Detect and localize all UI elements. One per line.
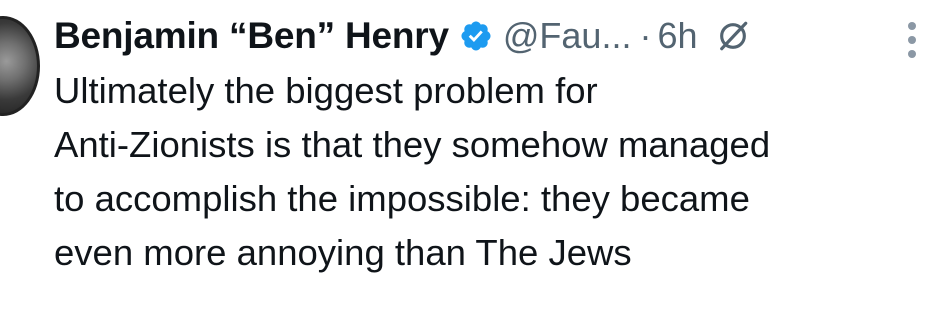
tweet-text: Ultimately the biggest problem for Anti-… xyxy=(54,70,771,273)
separator-dot: · xyxy=(639,15,652,56)
display-name[interactable]: Benjamin “Ben” Henry xyxy=(54,15,449,57)
avatar[interactable] xyxy=(0,16,40,116)
tweet-header: Benjamin “Ben” Henry @Fau... · 6h xyxy=(54,6,750,66)
tweet[interactable]: Benjamin “Ben” Henry @Fau... · 6h Ultima… xyxy=(0,0,936,312)
handle[interactable]: @Fau... xyxy=(503,15,632,57)
more-options-icon[interactable] xyxy=(904,20,920,60)
verified-badge-icon xyxy=(461,21,491,51)
timestamp[interactable]: 6h xyxy=(657,15,697,57)
grok-icon[interactable] xyxy=(716,19,750,53)
